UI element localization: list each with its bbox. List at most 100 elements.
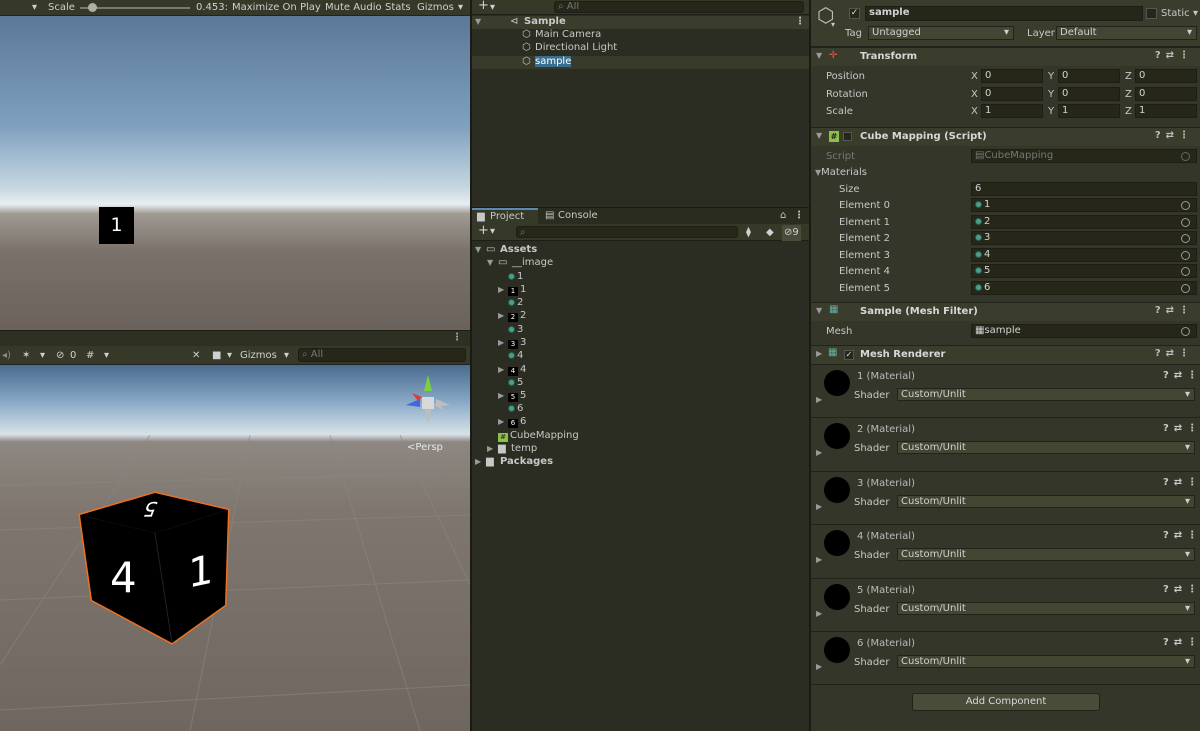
maximize-on-play-button[interactable]: Maximize On Play: [230, 0, 323, 16]
element-2-field[interactable]: 3: [971, 231, 1197, 245]
rotation-x-input[interactable]: 0: [981, 87, 1043, 101]
tree-item-texture-1[interactable]: ▶ 1 1: [472, 284, 809, 297]
grid-icon[interactable]: #: [84, 348, 96, 364]
material-row[interactable]: ▶ 1 (Material) ?⇄⋮ Shader Custom/Unlit: [811, 364, 1200, 417]
search-by-type-icon[interactable]: ⧫: [744, 225, 753, 241]
cube-mapping-header[interactable]: ▼ # Cube Mapping (Script) ?⇄⋮: [811, 127, 1200, 146]
element-1-field[interactable]: 2: [971, 215, 1197, 229]
tree-item-material-2[interactable]: 2: [472, 297, 809, 310]
mesh-filter-header[interactable]: ▼ ▦ Sample (Mesh Filter) ?⇄⋮: [811, 302, 1200, 321]
component-menu-icons[interactable]: ?⇄⋮: [1155, 348, 1194, 359]
scale-x-input[interactable]: 1: [981, 104, 1043, 118]
material-row[interactable]: ▶ 5 (Material) ?⇄⋮ Shader Custom/Unlit: [811, 578, 1200, 631]
effects-icon[interactable]: ✶: [20, 348, 32, 364]
tab-console[interactable]: ▤ Console: [540, 208, 610, 224]
layer-dropdown[interactable]: Default ▾: [1056, 26, 1197, 40]
rotation-y-input[interactable]: 0: [1058, 87, 1120, 101]
scene-gizmos-button[interactable]: Gizmos: [238, 348, 279, 364]
collapse-arrow[interactable]: ▼: [816, 51, 822, 60]
rotation-z-input[interactable]: 0: [1135, 87, 1197, 101]
material-row[interactable]: ▶ 4 (Material) ?⇄⋮ Shader Custom/Unlit: [811, 524, 1200, 577]
shader-dropdown[interactable]: Custom/Unlit: [897, 441, 1195, 454]
mute-audio-button[interactable]: Mute Audio: [323, 0, 384, 16]
camera-icon[interactable]: ■: [210, 348, 223, 364]
tree-item-material-4[interactable]: 4: [472, 350, 809, 363]
lock-icon[interactable]: ⌂: [780, 210, 786, 221]
scale-slider-thumb[interactable]: [88, 3, 97, 12]
material-row[interactable]: ▶ 2 (Material) ?⇄⋮ Shader Custom/Unlit: [811, 417, 1200, 470]
shader-dropdown[interactable]: Custom/Unlit: [897, 388, 1195, 401]
component-menu-icons[interactable]: ?⇄⋮: [1155, 50, 1194, 61]
icon-dropdown-arrow[interactable]: ▾: [831, 20, 835, 29]
component-menu-icons[interactable]: ?⇄⋮: [1155, 130, 1194, 141]
tree-item-material-6[interactable]: 6: [472, 403, 809, 416]
element-5-field[interactable]: 6: [971, 281, 1197, 295]
tree-item-material-5[interactable]: 5: [472, 377, 809, 390]
hierarchy-item-directional-light[interactable]: ⬡ Directional Light: [472, 42, 809, 55]
orientation-gizmo-icon[interactable]: [400, 371, 460, 431]
material-menu-icons[interactable]: ?⇄⋮: [1163, 477, 1200, 488]
mesh-renderer-header[interactable]: ▶ ▦ ✓ Mesh Renderer ?⇄⋮: [811, 345, 1200, 364]
size-input[interactable]: 6: [971, 182, 1197, 196]
scale-z-input[interactable]: 1: [1135, 104, 1197, 118]
material-menu-icons[interactable]: ?⇄⋮: [1163, 423, 1200, 434]
tools-icon[interactable]: ✕: [190, 348, 202, 364]
scene-gizmos-dropdown-arrow[interactable]: ▾: [282, 348, 291, 364]
audio-icon[interactable]: ◂): [0, 348, 13, 364]
enabled-checkbox[interactable]: ✓: [844, 350, 854, 360]
view-divider[interactable]: ⋮: [0, 330, 470, 346]
element-3-field[interactable]: 4: [971, 248, 1197, 262]
tree-item-image-folder[interactable]: ▼ ▭ __image: [472, 257, 809, 270]
hierarchy-scene-row[interactable]: ▼ ⊲ Sample ⋮: [472, 16, 809, 29]
active-checkbox[interactable]: ✓: [849, 8, 860, 19]
hidden-objects-icon[interactable]: ⊘: [54, 348, 66, 364]
search-by-label-icon[interactable]: ◆: [764, 225, 776, 241]
hierarchy-search-input[interactable]: ⌕ All: [554, 1, 804, 13]
tag-dropdown[interactable]: Untagged ▾: [868, 26, 1014, 40]
scale-y-input[interactable]: 1: [1058, 104, 1120, 118]
static-dropdown-arrow[interactable]: ▾: [1193, 8, 1198, 19]
gizmos-button[interactable]: Gizmos: [415, 0, 456, 16]
mesh-field[interactable]: ▦sample: [971, 324, 1197, 338]
object-picker-icon[interactable]: [1181, 251, 1190, 260]
object-picker-icon[interactable]: [1181, 201, 1190, 210]
tree-item-material-3[interactable]: 3: [472, 324, 809, 337]
tree-item-texture-3[interactable]: ▶ 3 3: [472, 337, 809, 350]
element-0-field[interactable]: 1: [971, 198, 1197, 212]
expand-arrow[interactable]: ▶: [816, 502, 822, 511]
persp-label[interactable]: <Persp: [407, 442, 443, 453]
tab-project[interactable]: ▆ Project: [472, 208, 538, 224]
expand-arrow[interactable]: ▶: [816, 448, 822, 457]
material-row[interactable]: ▶ 3 (Material) ?⇄⋮ Shader Custom/Unlit: [811, 471, 1200, 524]
tree-item-material-1[interactable]: 1: [472, 271, 809, 284]
static-checkbox[interactable]: [1146, 8, 1157, 19]
material-menu-icons[interactable]: ?⇄⋮: [1163, 637, 1200, 648]
create-dropdown-arrow[interactable]: ▾: [488, 0, 497, 16]
object-picker-icon[interactable]: [1181, 267, 1190, 276]
object-picker-icon[interactable]: [1181, 218, 1190, 227]
grid-dropdown-arrow[interactable]: ▾: [102, 348, 111, 364]
material-menu-icons[interactable]: ?⇄⋮: [1163, 584, 1200, 595]
shader-dropdown[interactable]: Custom/Unlit: [897, 548, 1195, 561]
position-x-input[interactable]: 0: [981, 69, 1043, 83]
collapse-arrow[interactable]: ▶: [816, 349, 822, 358]
expand-arrow[interactable]: ▶: [816, 555, 822, 564]
effects-dropdown-arrow[interactable]: ▾: [38, 348, 47, 364]
tree-item-texture-4[interactable]: ▶ 4 4: [472, 364, 809, 377]
scene-view[interactable]: 5 4 1 <Persp: [0, 365, 470, 731]
expand-arrow[interactable]: ▶: [816, 395, 822, 404]
expand-arrow[interactable]: ▶: [816, 609, 822, 618]
game-view[interactable]: [0, 16, 470, 330]
tree-item-texture-2[interactable]: ▶ 2 2: [472, 310, 809, 323]
add-component-button[interactable]: Add Component: [912, 693, 1100, 711]
transform-header[interactable]: ▼ ✛ Transform ?⇄⋮: [811, 47, 1200, 66]
shader-dropdown[interactable]: Custom/Unlit: [897, 495, 1195, 508]
collapse-arrow[interactable]: ▼: [816, 306, 822, 315]
tree-item-cubemapping[interactable]: # CubeMapping: [472, 430, 809, 443]
tree-item-texture-6[interactable]: ▶ 6 6: [472, 416, 809, 429]
tree-item-assets[interactable]: ▼ ▭ Assets: [472, 244, 809, 257]
scene-menu-icon[interactable]: ⋮: [795, 16, 805, 27]
position-z-input[interactable]: 0: [1135, 69, 1197, 83]
project-search-input[interactable]: ⌕: [516, 226, 738, 238]
object-picker-icon[interactable]: [1181, 284, 1190, 293]
